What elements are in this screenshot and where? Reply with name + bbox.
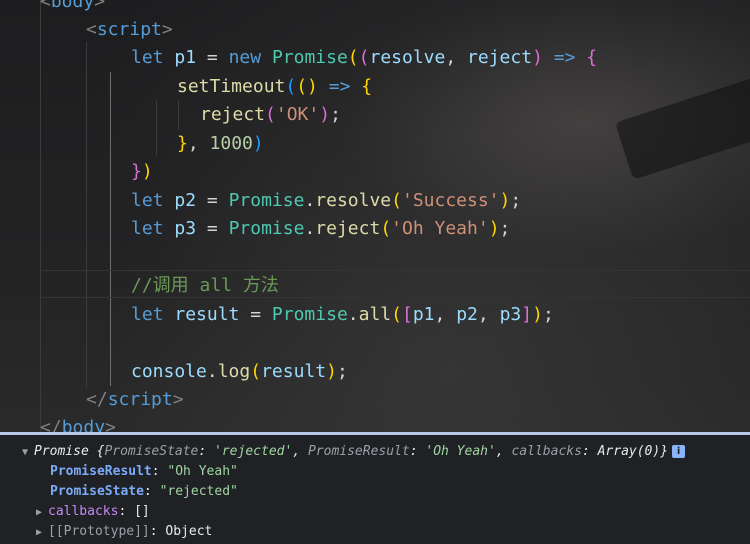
expand-down-icon[interactable]: ▼ — [22, 443, 34, 463]
code-line: reject('OK'); — [200, 104, 341, 125]
code-line: }, 1000) — [177, 133, 264, 154]
code-line: let p2 = Promise.resolve('Success'); — [131, 190, 522, 211]
code-line: let p3 = Promise.reject('Oh Yeah'); — [131, 218, 511, 239]
code-line: }) — [131, 161, 153, 182]
prototype-row[interactable]: ▶ [[Prototype]]: Object — [36, 522, 212, 542]
indent-guide — [178, 100, 179, 130]
code-line: <body> — [40, 0, 106, 12]
indent-guide-active — [110, 72, 111, 386]
code-line: </body> — [40, 417, 116, 432]
indent-guide — [156, 100, 157, 156]
code-line: let result = Promise.all([p1, p2, p3]); — [131, 304, 554, 325]
property-row-expandable[interactable]: ▶ callbacks: [] — [36, 502, 150, 522]
code-line: setTimeout(() => { — [177, 76, 373, 97]
indent-guide — [86, 42, 87, 388]
indent-guide — [40, 0, 41, 432]
code-line: console.log(result); — [131, 361, 348, 382]
info-icon[interactable]: i — [672, 445, 686, 458]
code-line: <script> — [86, 19, 173, 40]
code-comment: //调用 all 方法 — [131, 275, 279, 296]
promise-summary-row[interactable]: ▼ Promise {PromiseState: 'rejected', Prom… — [22, 442, 686, 463]
expand-right-icon[interactable]: ▶ — [36, 503, 48, 523]
property-row: PromiseResult: "Oh Yeah" — [50, 464, 238, 479]
property-row: PromiseState: "rejected" — [50, 484, 238, 499]
code-line: </script> — [86, 389, 184, 410]
code-editor[interactable]: <body> <script> let p1 = new Promise((re… — [0, 0, 750, 432]
expand-right-icon[interactable]: ▶ — [36, 523, 48, 543]
devtools-console: ▼ Promise {PromiseState: 'rejected', Prom… — [0, 435, 750, 544]
code-line: let p1 = new Promise((resolve, reject) =… — [131, 47, 598, 68]
